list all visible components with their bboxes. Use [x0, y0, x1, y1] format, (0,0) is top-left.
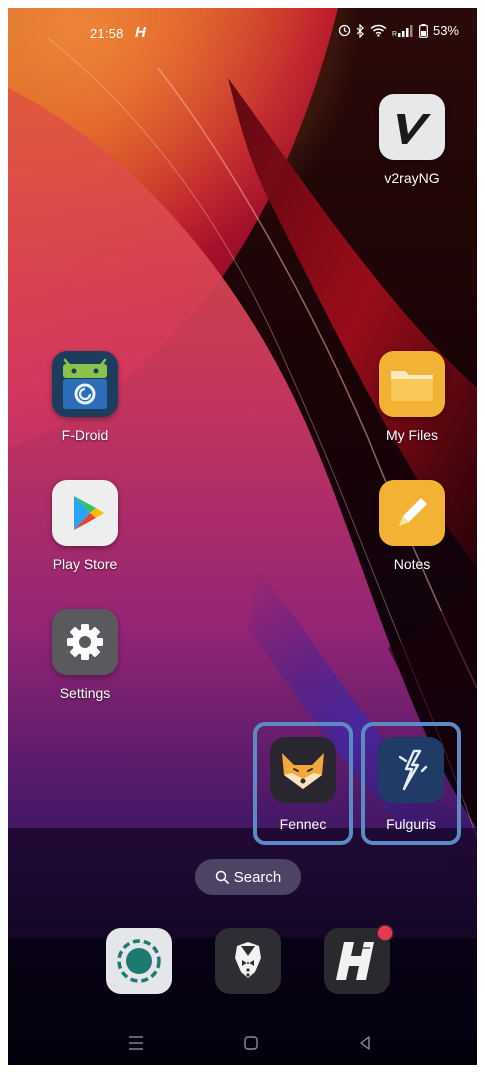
app-fdroid[interactable]: F-Droid [35, 351, 135, 443]
signal-messenger-icon[interactable] [106, 928, 172, 994]
play-store-icon [52, 480, 118, 546]
search-label: Search [233, 868, 282, 886]
status-icons: R 53% [338, 23, 459, 38]
app-label-notes: Notes [393, 556, 431, 572]
h-app-icon[interactable] [324, 924, 394, 994]
bluetooth-icon [356, 23, 364, 38]
battery-icon [419, 23, 428, 38]
app-label-fdroid: F-Droid [61, 427, 109, 443]
app-label-settings: Settings [59, 685, 111, 701]
fdroid-icon [52, 351, 118, 417]
app-label-fulguris: Fulguris [386, 816, 436, 832]
lightning-icon [378, 737, 444, 803]
wifi-icon [370, 24, 387, 37]
app-fulguris[interactable]: Fulguris [361, 722, 461, 845]
app-v2rayng[interactable]: v2rayNG [362, 94, 462, 186]
v2rayng-icon [379, 94, 445, 160]
app-fennec[interactable]: Fennec [253, 722, 353, 845]
app-play-store[interactable]: Play Store [35, 480, 135, 572]
app-settings[interactable]: Settings [35, 609, 135, 701]
status-bar: 21:58 H R 53% [8, 8, 477, 56]
app-label-fennec: Fennec [279, 816, 327, 832]
battery-percent: 53% [432, 23, 459, 38]
search-icon [215, 870, 229, 884]
alarm-icon [338, 24, 351, 37]
folder-icon [379, 351, 445, 417]
search-button[interactable]: Search [195, 859, 301, 895]
app-label-my-files: My Files [385, 427, 439, 443]
signal-icon: R [392, 24, 413, 37]
butler-icon[interactable] [215, 928, 281, 994]
recents-icon[interactable] [121, 1028, 151, 1058]
gear-icon [52, 609, 118, 675]
notification-badge [376, 924, 394, 942]
home-screen: 21:58 H R 53% v2rayNG F-Droid My Files P… [8, 8, 477, 1065]
app-my-files[interactable]: My Files [362, 351, 462, 443]
notification-h-icon: H [135, 24, 146, 41]
status-time: 21:58 [90, 26, 124, 41]
app-label-play-store: Play Store [52, 556, 118, 572]
app-notes[interactable]: Notes [362, 480, 462, 572]
navigation-bar [8, 1028, 477, 1065]
app-label-v2rayng: v2rayNG [384, 170, 440, 186]
svg-text:R: R [392, 31, 397, 37]
fox-icon [270, 737, 336, 803]
home-icon[interactable] [236, 1028, 266, 1058]
back-icon[interactable] [350, 1028, 380, 1058]
notes-pencil-icon [379, 480, 445, 546]
